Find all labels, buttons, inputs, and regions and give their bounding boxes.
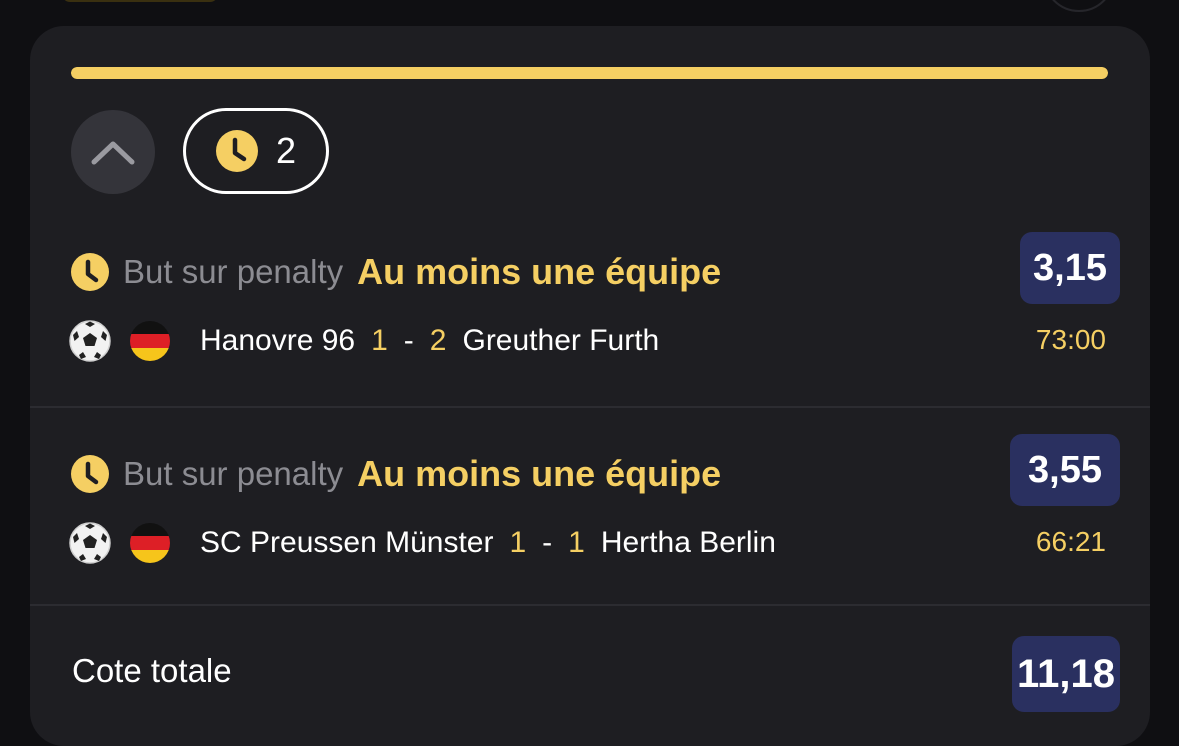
total-odds-label: Cote totale [72,652,232,689]
away-team: Hertha Berlin [600,526,776,559]
germany-flag-icon [130,321,170,361]
collapse-button[interactable] [71,110,155,194]
market-name: But sur penalty [123,253,344,290]
match-time: 73:00 [1035,324,1106,355]
away-score: 2 [429,324,447,357]
home-team: Hanovre 96 [200,324,356,357]
top-circle-button[interactable] [1043,0,1115,12]
selection-name: Au moins une équipe [357,453,722,494]
clock-icon [71,455,109,493]
divider [30,406,1150,408]
divider [30,604,1150,606]
bet-item[interactable]: But sur penalty Au moins une équipe 3,15… [30,220,1150,420]
bet-item[interactable]: But sur penalty Au moins une équipe 3,55… [30,422,1150,622]
clock-icon [71,253,109,291]
score-separator: - [403,324,414,357]
match-time: 66:21 [1035,526,1106,557]
betslip-card: 2 But sur penalty Au moins une équipe 3,… [30,26,1150,746]
chevron-up-icon [91,141,135,165]
home-team: SC Preussen Münster [200,526,494,559]
market-name: But sur penalty [123,455,344,492]
odds-badge[interactable]: 3,55 [1010,434,1120,506]
away-score: 1 [568,526,585,559]
soccer-ball-icon [69,522,111,564]
live-count: 2 [275,130,297,171]
home-score: 1 [371,324,388,357]
total-odds-badge: 11,18 [1012,636,1120,712]
progress-bar [71,67,1108,79]
away-team: Greuther Furth [462,324,660,357]
clock-icon [215,130,258,172]
progress-fill [71,67,1108,79]
score-separator: - [542,526,553,559]
live-filter-chip[interactable]: 2 [183,108,329,194]
home-score: 1 [509,526,527,559]
top-pill-button[interactable] [62,0,218,2]
soccer-ball-icon [69,320,111,362]
odds-badge[interactable]: 3,15 [1020,232,1120,304]
selection-name: Au moins une équipe [357,251,722,292]
germany-flag-icon [130,523,170,563]
